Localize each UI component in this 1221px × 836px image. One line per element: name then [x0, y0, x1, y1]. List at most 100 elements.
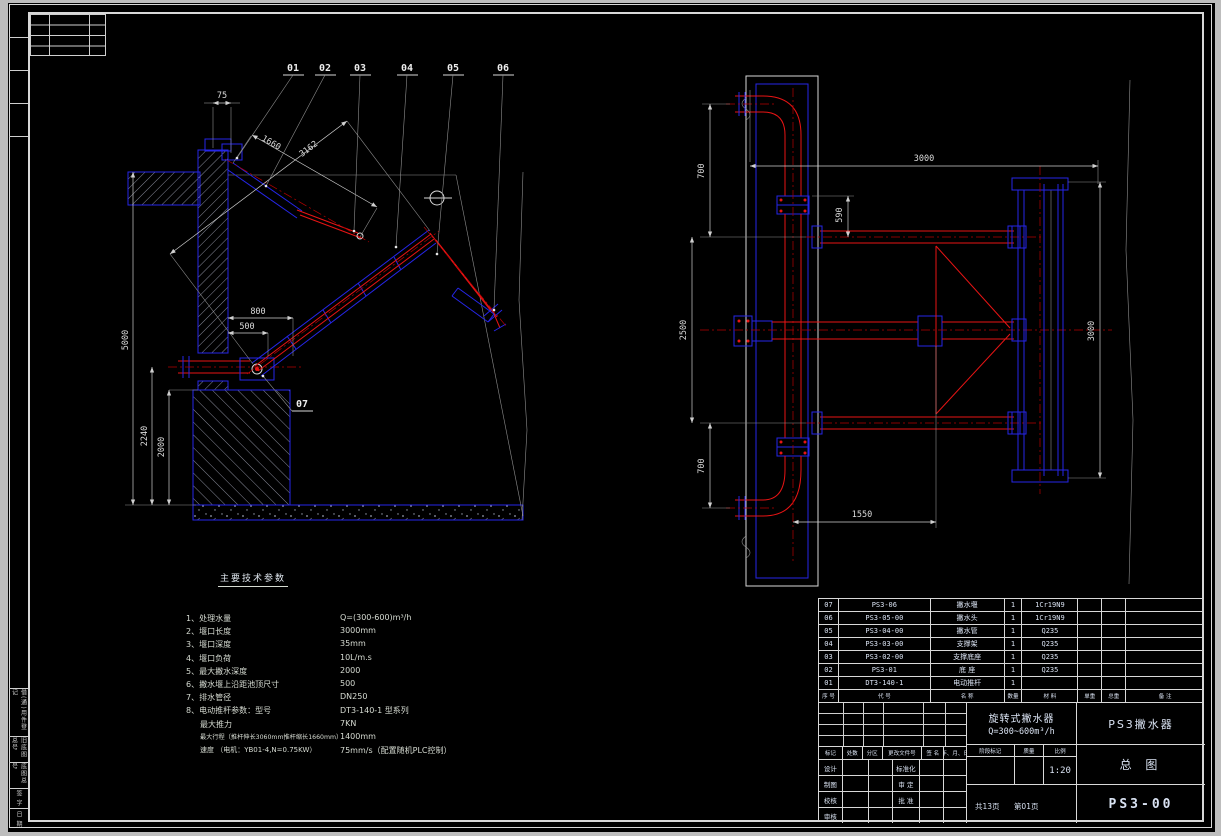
date-cell [944, 776, 966, 791]
dim-1660: 1660 [260, 134, 283, 153]
bom-header-total-weight: 总重 [1102, 690, 1127, 702]
bom-total-weight [1102, 677, 1127, 689]
bom-name: 撇水头 [931, 612, 1005, 624]
revision-grid [819, 703, 966, 747]
callout-06: 06 [497, 63, 509, 74]
bom-row: 03 PS3-02-00 支撑底座 1 Q235 [819, 651, 1204, 664]
bom-note [1126, 625, 1204, 637]
signature-cell [920, 792, 945, 807]
rev-header: 标记 [819, 747, 843, 759]
scale-label: 比例 [1054, 748, 1066, 755]
spec-value: DT3-140-1 型系列 [340, 706, 409, 716]
bom-unit-weight [1078, 651, 1103, 663]
bom-qty: 1 [1005, 677, 1023, 689]
role-row: 设计 标准化 [819, 760, 966, 776]
pipe-tee [917, 315, 943, 347]
titleblock-right: PS3撇水器 总 图 PS3-00 [1077, 703, 1205, 823]
bom-note [1126, 599, 1204, 611]
piping [700, 88, 1112, 562]
dim-2000: 2000 [157, 437, 167, 457]
spec-row: 7、排水管径 DN250 [186, 692, 496, 705]
bom-total-weight [1102, 664, 1127, 676]
role-label: 校核 [819, 792, 843, 807]
signature-cell [843, 808, 869, 823]
bom-name: 撇水堰 [931, 599, 1005, 611]
date-cell [869, 808, 893, 823]
page-number: 第01页 [1013, 802, 1039, 811]
bom-code: DT3-140-1 [839, 677, 931, 689]
bom-material: Q235 [1022, 638, 1079, 650]
bom-seq: 04 [819, 638, 839, 650]
bom-note [1126, 664, 1204, 676]
spec-value: 2000 [340, 665, 361, 675]
dim-3000-right: 3000 [1087, 321, 1097, 341]
dim-2240: 2240 [140, 426, 150, 446]
weight-label: 质量 [1015, 745, 1045, 756]
spec-row: 3、堰口深度 35mm [186, 639, 496, 652]
bom-material: Q235 [1022, 651, 1079, 663]
bom-unit-weight [1078, 664, 1103, 676]
bom-code: PS3-01 [839, 664, 931, 676]
date-cell [944, 792, 966, 807]
spec-row: 8、电动推杆参数：型号 DT3-140-1 型系列 [186, 705, 496, 718]
bom-seq: 07 [819, 599, 839, 611]
bom-qty: 1 [1005, 664, 1023, 676]
titleblock-middle: 旋转式撇水器 Q=300~600m³/h 阶段标记 质量 比例 1:20 共13… [967, 703, 1077, 823]
spec-row: 6、撇水堰上沿距池顶尺寸 500 [186, 679, 496, 692]
stage-value-row: 1:20 [967, 757, 1076, 785]
dim-2500: 2500 [679, 320, 689, 340]
drawing-number: PS3-00 [1108, 796, 1174, 812]
bom-total-weight [1102, 625, 1127, 637]
bom-row: 05 PS3-04-00 撇水管 1 Q235 [819, 625, 1204, 638]
part-callouts: 01 02 03 04 05 06 07 [235, 63, 514, 412]
bom-total-weight [1102, 599, 1127, 611]
dim-1550: 1550 [852, 510, 872, 520]
bom-header-name: 名 称 [931, 690, 1005, 702]
spec-label: 1、处理水量 [186, 614, 232, 623]
role-label: 标准化 [893, 760, 921, 775]
bom-seq: 02 [819, 664, 839, 676]
bom-total-weight [1102, 638, 1127, 650]
date-cell [869, 760, 893, 775]
dim-800: 800 [250, 307, 265, 317]
bom-note [1126, 677, 1204, 689]
rev-header: 更改文件号 [883, 747, 923, 759]
bom-qty: 1 [1005, 612, 1023, 624]
bom-header-code: 代 号 [839, 690, 931, 702]
spec-row: 5、最大撇水深度 2000 [186, 666, 496, 679]
wall-bracket [204, 138, 232, 152]
stage-label: 阶段标记 [967, 745, 1015, 756]
sheet-name: 总 图 [1077, 745, 1205, 785]
bom-qty: 1 [1005, 651, 1023, 663]
bom-unit-weight [1078, 638, 1103, 650]
spec-value: 500 [340, 678, 356, 688]
callout-04: 04 [401, 63, 413, 74]
bom-seq: 06 [819, 612, 839, 624]
product-title-cell: 旋转式撇水器 Q=300~600m³/h [967, 703, 1076, 745]
callout-01: 01 [287, 63, 299, 74]
signature-cell [843, 792, 869, 807]
product-title: 旋转式撇水器 [988, 714, 1055, 725]
dim-3162: 3162 [298, 139, 320, 159]
bom-code: PS3-02-00 [839, 651, 931, 663]
date-cell [944, 808, 966, 823]
spec-label: 2、堰口长度 [186, 627, 232, 637]
bom-row: 07 PS3-06 撇水堰 1 1Cr19N9 [819, 599, 1204, 612]
titleblock-revision-area: 标记 处数 分区 更改文件号 签 名 年、月、日 设计 标准化 制图 审 定 [819, 703, 967, 823]
signature-cell [843, 776, 869, 791]
weir-trough [1011, 79, 1134, 585]
spec-row: 最大行程（推杆伸长3060mm推杆缩长1660mm） 1400mm [186, 732, 496, 745]
bom-seq: 03 [819, 651, 839, 663]
bom-name: 底 座 [931, 664, 1005, 676]
spec-label: 7、排水管径 [186, 693, 232, 703]
spec-value: Q=(300-600)m³/h [340, 613, 412, 622]
spec-row: 4、堰口负荷 10L/m.s [186, 653, 496, 666]
weight-value-cell [1015, 757, 1045, 784]
tech-specs-title: 主要技术参数 [218, 571, 288, 587]
bom-qty: 1 [1005, 625, 1023, 637]
spec-label: 8、电动推杆参数：型号 [186, 706, 272, 716]
dim-500: 500 [239, 322, 254, 332]
bom-code: PS3-04-00 [839, 625, 931, 637]
spec-label: 6、撇水堰上沿距池顶尺寸 [186, 679, 280, 689]
bom-total-weight [1102, 612, 1127, 624]
